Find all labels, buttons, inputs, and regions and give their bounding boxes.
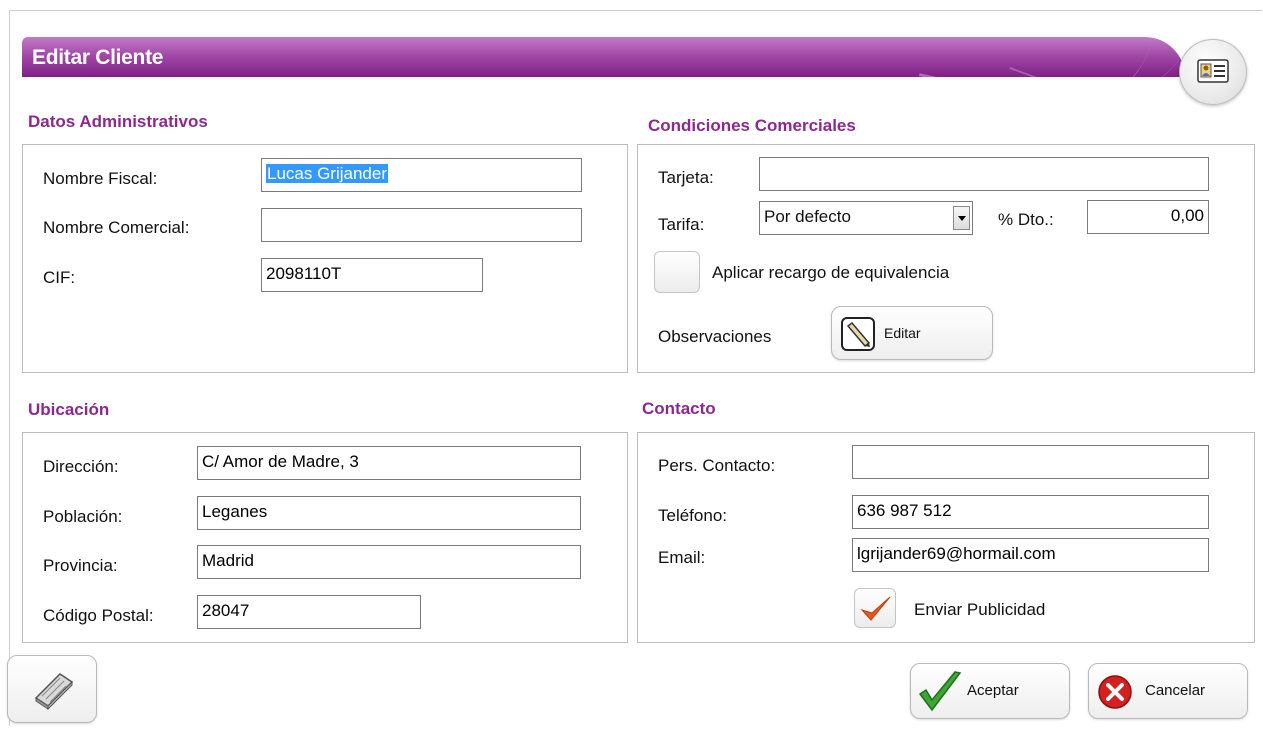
recargo-checkbox[interactable] <box>654 251 700 293</box>
chevron-down-icon[interactable] <box>953 206 970 230</box>
direccion-input[interactable]: C/ Amor de Madre, 3 <box>197 446 581 480</box>
nombre-comercial-input[interactable] <box>261 208 582 242</box>
dto-input[interactable]: 0,00 <box>1087 200 1209 234</box>
tarifa-label: Tarifa: <box>658 215 705 234</box>
tarifa-select[interactable]: Por defecto <box>759 201 973 235</box>
poblacion-input[interactable]: Leganes <box>197 496 581 530</box>
contact-card-icon <box>1197 59 1229 88</box>
observaciones-label: Observaciones <box>658 327 772 346</box>
pencil-note-icon <box>840 316 876 356</box>
recargo-label: Aplicar recargo de equivalencia <box>712 263 950 282</box>
cancelar-label: Cancelar <box>1145 682 1206 699</box>
persona-contacto-label: Pers. Contacto: <box>658 456 776 475</box>
title-bar: Editar Cliente <box>22 37 1185 77</box>
cif-input[interactable]: 2098110T <box>261 258 483 292</box>
provincia-label: Provincia: <box>43 556 118 575</box>
dto-label: % Dto.: <box>998 210 1054 229</box>
aceptar-label: Aceptar <box>967 682 1019 699</box>
enviar-publicidad-label: Enviar Publicidad <box>914 600 1046 619</box>
persona-contacto-input[interactable] <box>852 445 1209 479</box>
nombre-fiscal-label: Nombre Fiscal: <box>43 169 158 188</box>
poblacion-label: Población: <box>43 507 123 526</box>
nombre-comercial-label: Nombre Comercial: <box>43 218 190 237</box>
codigo-postal-label: Código Postal: <box>43 606 154 625</box>
commercial-section-title: Condiciones Comerciales <box>648 116 856 135</box>
provincia-input[interactable]: Madrid <box>197 545 581 579</box>
editar-label: Editar <box>884 325 921 341</box>
tarifa-selected-value: Por defecto <box>764 207 851 226</box>
direccion-label: Dirección: <box>43 457 119 476</box>
nombre-fiscal-input[interactable]: Lucas Grijander <box>261 158 582 192</box>
tarjeta-label: Tarjeta: <box>658 168 714 187</box>
cancel-x-icon <box>1097 674 1133 714</box>
admin-section-title: Datos Administrativos <box>28 112 208 131</box>
location-section-title: Ubicación <box>28 400 110 419</box>
email-label: Email: <box>658 548 706 567</box>
contact-card-button[interactable] <box>1179 39 1247 105</box>
contact-section-title: Contacto <box>642 399 716 418</box>
keyboard-button[interactable] <box>7 655 97 723</box>
editar-observaciones-button[interactable]: Editar <box>831 306 993 360</box>
keyboard-icon <box>32 670 76 714</box>
aceptar-button[interactable]: Aceptar <box>910 663 1070 719</box>
cancelar-button[interactable]: Cancelar <box>1088 663 1248 719</box>
email-input[interactable]: lgrijander69@hormail.com <box>852 538 1209 572</box>
green-check-icon <box>917 670 963 718</box>
tarjeta-input[interactable] <box>759 157 1209 191</box>
cif-label: CIF: <box>43 268 76 287</box>
telefono-label: Teléfono: <box>658 506 727 525</box>
checkmark-icon <box>860 594 892 629</box>
enviar-publicidad-checkbox[interactable] <box>854 588 896 628</box>
window-title: Editar Cliente <box>32 46 164 69</box>
codigo-postal-input[interactable]: 28047 <box>197 595 421 629</box>
telefono-input[interactable]: 636 987 512 <box>852 495 1209 529</box>
